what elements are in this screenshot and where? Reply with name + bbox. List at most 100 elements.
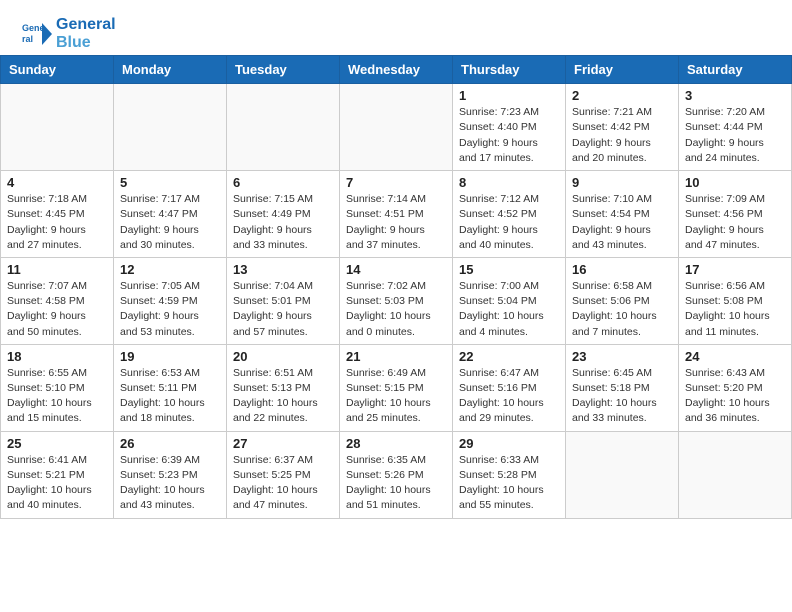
day-info: Sunrise: 7:12 AMSunset: 4:52 PMDaylight:…: [459, 192, 559, 253]
day-info: Sunrise: 6:49 AMSunset: 5:15 PMDaylight:…: [346, 366, 446, 427]
day-number: 22: [459, 349, 559, 364]
day-info: Sunrise: 6:35 AMSunset: 5:26 PMDaylight:…: [346, 453, 446, 514]
week-row-3: 11 Sunrise: 7:07 AMSunset: 4:58 PMDayligh…: [1, 257, 792, 344]
day-info: Sunrise: 6:58 AMSunset: 5:06 PMDaylight:…: [572, 279, 672, 340]
day-number: 14: [346, 262, 446, 277]
week-row-1: 1 Sunrise: 7:23 AMSunset: 4:40 PMDaylight…: [1, 84, 792, 171]
calendar-cell: 3Sunrise: 7:20 AMSunset: 4:44 PMDaylight…: [679, 84, 792, 171]
svg-text:ral: ral: [22, 34, 33, 44]
weekday-header-thursday: Thursday: [453, 56, 566, 84]
day-number: 10: [685, 175, 785, 190]
day-number: 15: [459, 262, 559, 277]
calendar-cell: 17Sunrise: 6:56 AMSunset: 5:08 PMDayligh…: [679, 257, 792, 344]
weekday-header-wednesday: Wednesday: [340, 56, 453, 84]
day-info: Sunrise: 7:02 AMSunset: 5:03 PMDaylight:…: [346, 279, 446, 340]
calendar-cell: 8 Sunrise: 7:12 AMSunset: 4:52 PMDaylight…: [453, 171, 566, 258]
day-number: 12: [120, 262, 220, 277]
day-number: 3: [685, 88, 785, 103]
day-number: 13: [233, 262, 333, 277]
calendar-cell: 21 Sunrise: 6:49 AMSunset: 5:15 PMDayligh…: [340, 344, 453, 431]
calendar-cell: [340, 84, 453, 171]
calendar-cell: [227, 84, 340, 171]
day-info: Sunrise: 7:10 AMSunset: 4:54 PMDaylight:…: [572, 192, 672, 253]
calendar-cell: 20 Sunrise: 6:51 AMSunset: 5:13 PMDayligh…: [227, 344, 340, 431]
day-number: 23: [572, 349, 672, 364]
day-info: Sunrise: 7:05 AMSunset: 4:59 PMDaylight:…: [120, 279, 220, 340]
weekday-header-saturday: Saturday: [679, 56, 792, 84]
calendar-cell: 11 Sunrise: 7:07 AMSunset: 4:58 PMDayligh…: [1, 257, 114, 344]
calendar-cell: 26Sunrise: 6:39 AMSunset: 5:23 PMDayligh…: [114, 431, 227, 518]
weekday-header-tuesday: Tuesday: [227, 56, 340, 84]
week-row-4: 18 Sunrise: 6:55 AMSunset: 5:10 PMDayligh…: [1, 344, 792, 431]
day-info: Sunrise: 6:55 AMSunset: 5:10 PMDaylight:…: [7, 366, 107, 427]
calendar-cell: 6Sunrise: 7:15 AMSunset: 4:49 PMDaylight…: [227, 171, 340, 258]
calendar-cell: 13Sunrise: 7:04 AMSunset: 5:01 PMDayligh…: [227, 257, 340, 344]
day-info: Sunrise: 6:39 AMSunset: 5:23 PMDaylight:…: [120, 453, 220, 514]
day-info: Sunrise: 6:37 AMSunset: 5:25 PMDaylight:…: [233, 453, 333, 514]
day-number: 17: [685, 262, 785, 277]
calendar-cell: 16 Sunrise: 6:58 AMSunset: 5:06 PMDayligh…: [566, 257, 679, 344]
calendar-cell: 1 Sunrise: 7:23 AMSunset: 4:40 PMDaylight…: [453, 84, 566, 171]
day-info: Sunrise: 7:21 AMSunset: 4:42 PMDaylight:…: [572, 105, 672, 166]
logo-icon: Gene ral: [20, 17, 54, 51]
calendar-cell: 28 Sunrise: 6:35 AMSunset: 5:26 PMDayligh…: [340, 431, 453, 518]
calendar-cell: 12 Sunrise: 7:05 AMSunset: 4:59 PMDayligh…: [114, 257, 227, 344]
weekday-header-monday: Monday: [114, 56, 227, 84]
day-info: Sunrise: 6:51 AMSunset: 5:13 PMDaylight:…: [233, 366, 333, 427]
calendar-cell: 9Sunrise: 7:10 AMSunset: 4:54 PMDaylight…: [566, 171, 679, 258]
week-row-2: 4 Sunrise: 7:18 AMSunset: 4:45 PMDaylight…: [1, 171, 792, 258]
weekday-header-sunday: Sunday: [1, 56, 114, 84]
day-info: Sunrise: 7:23 AMSunset: 4:40 PMDaylight:…: [459, 105, 559, 166]
day-info: Sunrise: 6:43 AMSunset: 5:20 PMDaylight:…: [685, 366, 785, 427]
weekday-header-row: SundayMondayTuesdayWednesdayThursdayFrid…: [1, 56, 792, 84]
calendar-cell: 24 Sunrise: 6:43 AMSunset: 5:20 PMDayligh…: [679, 344, 792, 431]
calendar-cell: [566, 431, 679, 518]
day-number: 19: [120, 349, 220, 364]
day-info: Sunrise: 7:18 AMSunset: 4:45 PMDaylight:…: [7, 192, 107, 253]
day-number: 18: [7, 349, 107, 364]
calendar-cell: 15 Sunrise: 7:00 AMSunset: 5:04 PMDayligh…: [453, 257, 566, 344]
weekday-header-friday: Friday: [566, 56, 679, 84]
day-info: Sunrise: 7:07 AMSunset: 4:58 PMDaylight:…: [7, 279, 107, 340]
day-number: 2: [572, 88, 672, 103]
day-number: 28: [346, 436, 446, 451]
calendar-cell: 14 Sunrise: 7:02 AMSunset: 5:03 PMDayligh…: [340, 257, 453, 344]
week-row-5: 25 Sunrise: 6:41 AMSunset: 5:21 PMDayligh…: [1, 431, 792, 518]
day-number: 11: [7, 262, 107, 277]
day-number: 25: [7, 436, 107, 451]
day-number: 6: [233, 175, 333, 190]
calendar-cell: 5 Sunrise: 7:17 AMSunset: 4:47 PMDaylight…: [114, 171, 227, 258]
page-header: Gene ral General Blue: [0, 0, 792, 55]
calendar-cell: 25 Sunrise: 6:41 AMSunset: 5:21 PMDayligh…: [1, 431, 114, 518]
day-number: 16: [572, 262, 672, 277]
day-number: 27: [233, 436, 333, 451]
calendar-cell: 7 Sunrise: 7:14 AMSunset: 4:51 PMDaylight…: [340, 171, 453, 258]
day-info: Sunrise: 6:47 AMSunset: 5:16 PMDaylight:…: [459, 366, 559, 427]
day-number: 7: [346, 175, 446, 190]
day-info: Sunrise: 7:14 AMSunset: 4:51 PMDaylight:…: [346, 192, 446, 253]
day-number: 4: [7, 175, 107, 190]
calendar-cell: 27 Sunrise: 6:37 AMSunset: 5:25 PMDayligh…: [227, 431, 340, 518]
day-info: Sunrise: 6:41 AMSunset: 5:21 PMDaylight:…: [7, 453, 107, 514]
day-number: 20: [233, 349, 333, 364]
calendar-cell: 29Sunrise: 6:33 AMSunset: 5:28 PMDayligh…: [453, 431, 566, 518]
day-info: Sunrise: 7:09 AMSunset: 4:56 PMDaylight:…: [685, 192, 785, 253]
logo-line1: General: [56, 16, 116, 34]
logo-line2: Blue: [56, 34, 116, 52]
day-number: 5: [120, 175, 220, 190]
day-info: Sunrise: 6:53 AMSunset: 5:11 PMDaylight:…: [120, 366, 220, 427]
calendar-wrapper: SundayMondayTuesdayWednesdayThursdayFrid…: [0, 55, 792, 526]
calendar-cell: [1, 84, 114, 171]
calendar-cell: 19 Sunrise: 6:53 AMSunset: 5:11 PMDayligh…: [114, 344, 227, 431]
day-number: 1: [459, 88, 559, 103]
day-number: 21: [346, 349, 446, 364]
calendar-cell: 10 Sunrise: 7:09 AMSunset: 4:56 PMDayligh…: [679, 171, 792, 258]
day-number: 8: [459, 175, 559, 190]
logo-text: General Blue: [56, 16, 116, 51]
svg-text:Gene: Gene: [22, 23, 45, 33]
calendar-cell: 22 Sunrise: 6:47 AMSunset: 5:16 PMDayligh…: [453, 344, 566, 431]
day-info: Sunrise: 7:00 AMSunset: 5:04 PMDaylight:…: [459, 279, 559, 340]
calendar-cell: [114, 84, 227, 171]
day-number: 24: [685, 349, 785, 364]
day-info: Sunrise: 7:17 AMSunset: 4:47 PMDaylight:…: [120, 192, 220, 253]
